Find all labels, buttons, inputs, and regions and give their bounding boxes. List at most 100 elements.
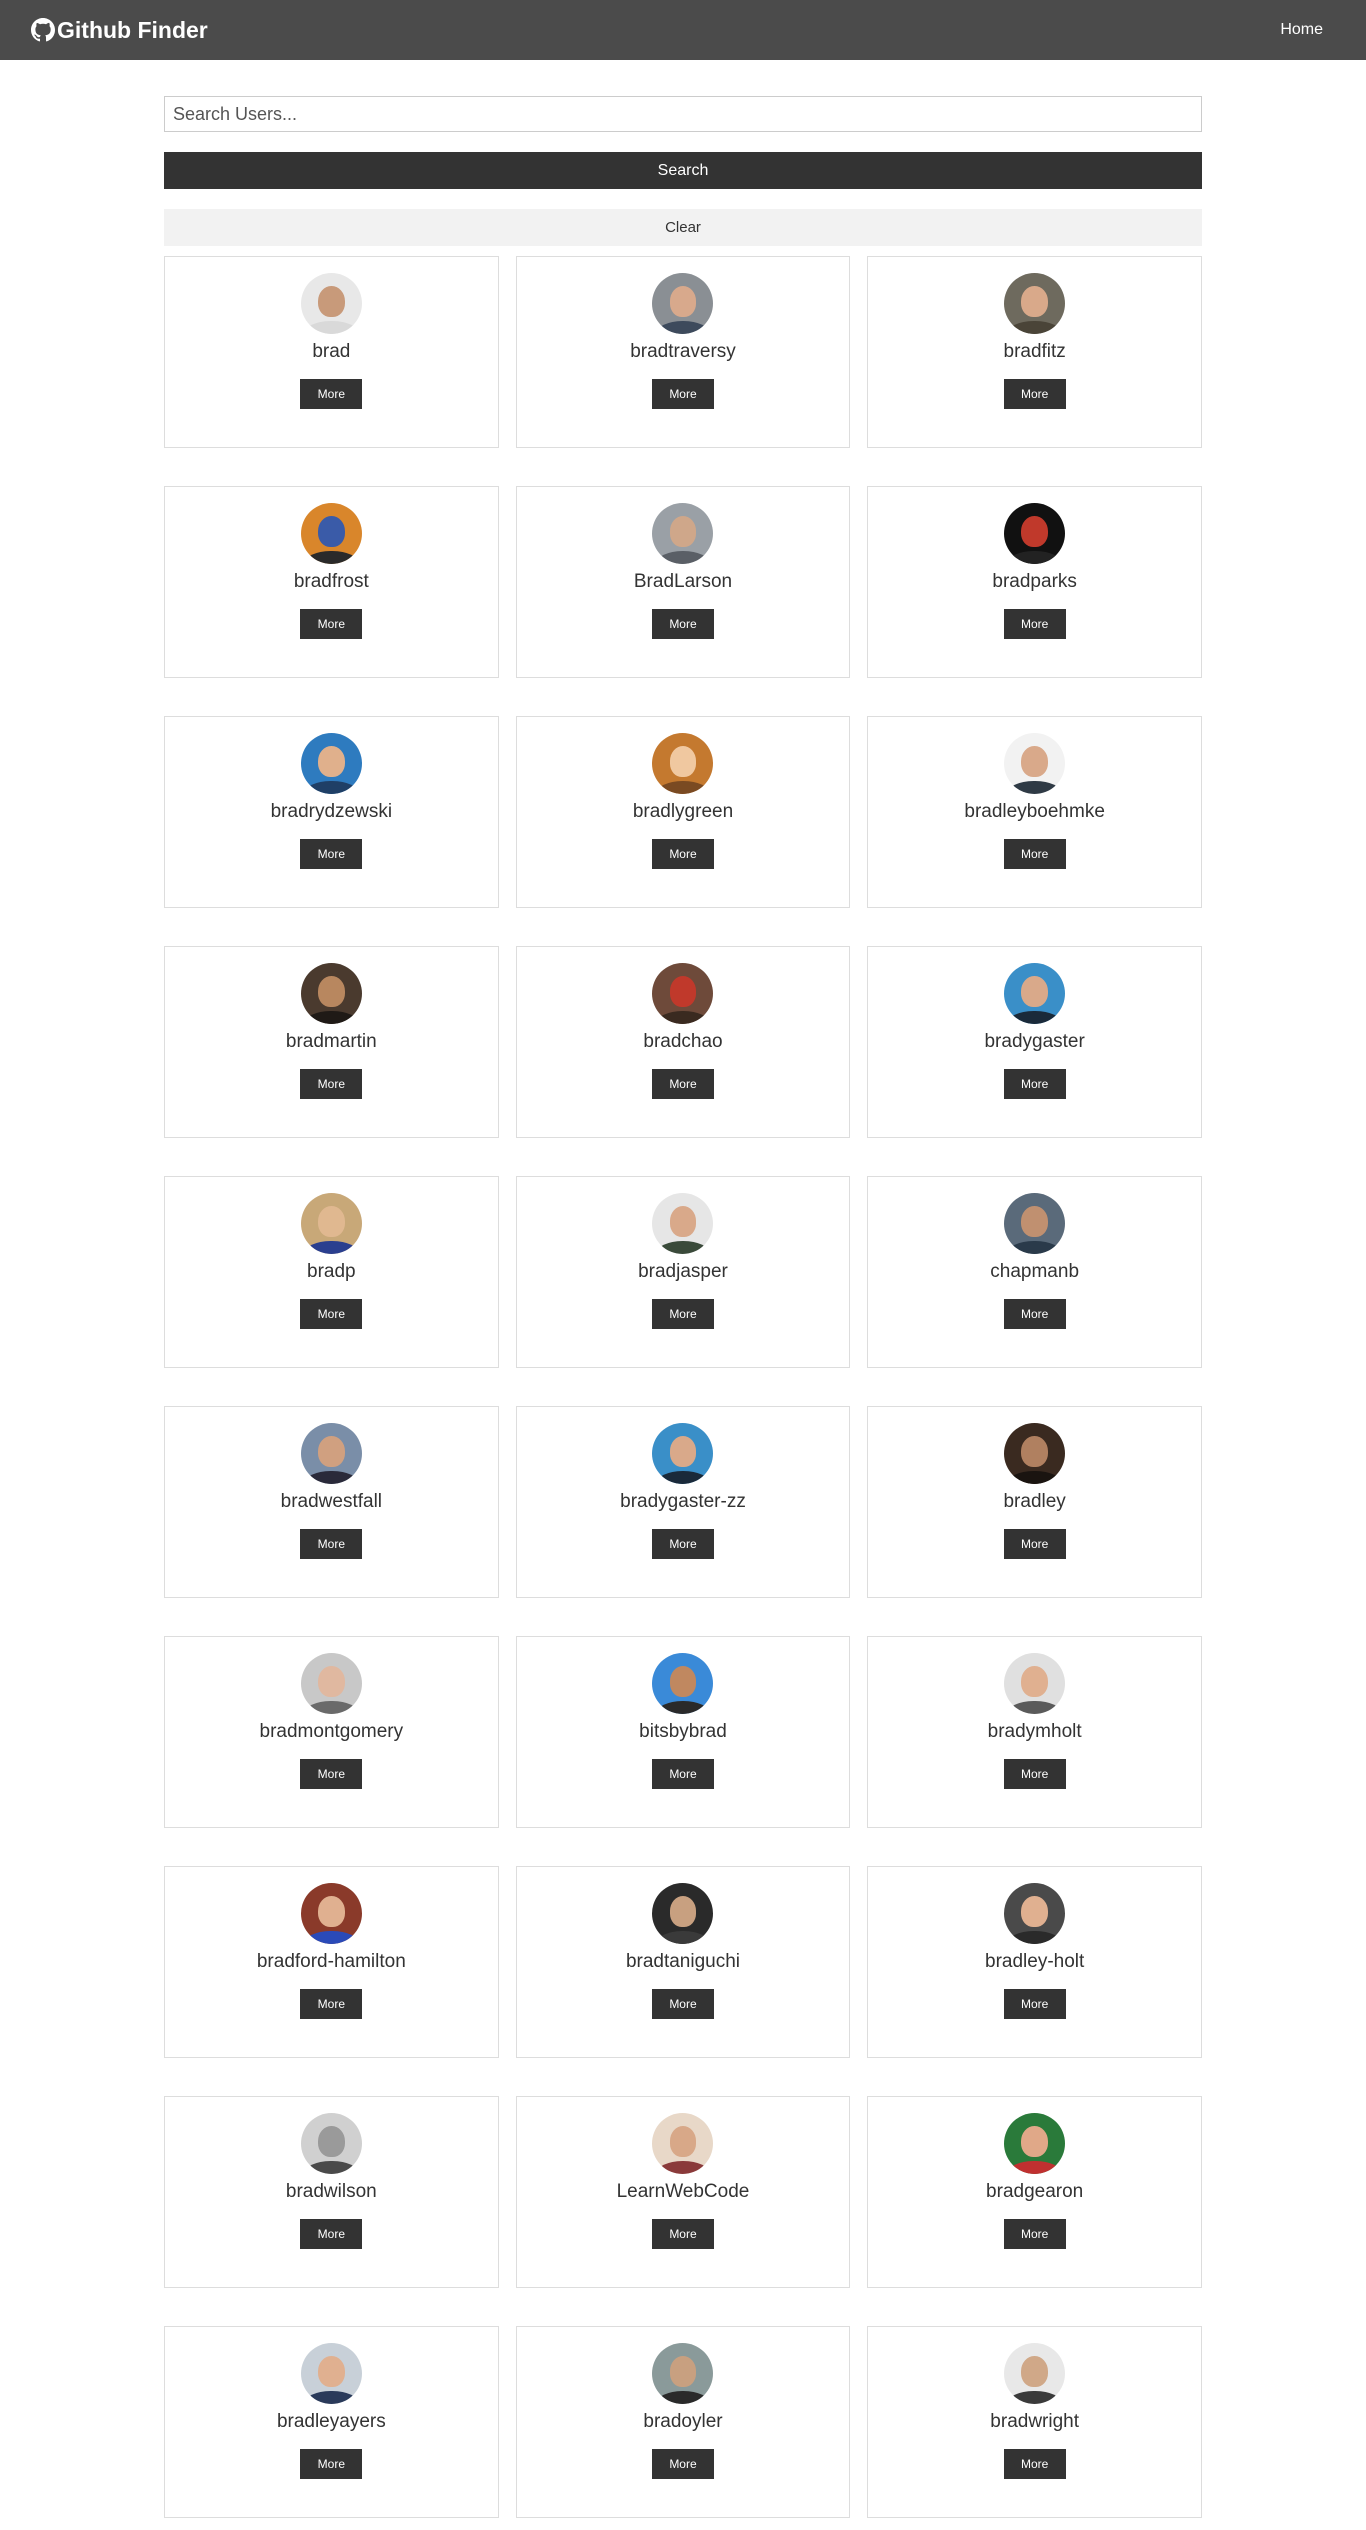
more-button[interactable]: More	[1003, 2219, 1066, 2249]
more-button[interactable]: More	[1003, 379, 1066, 409]
avatar-body	[655, 2160, 711, 2174]
more-button[interactable]: More	[651, 1529, 714, 1559]
more-button[interactable]: More	[1003, 1759, 1066, 1789]
more-button[interactable]: More	[1003, 1989, 1066, 2019]
nav-home-link[interactable]: Home	[1280, 21, 1323, 39]
avatar-body	[655, 1700, 711, 1714]
more-button[interactable]: More	[1003, 839, 1066, 869]
avatar-body	[303, 780, 359, 794]
avatar-body	[303, 1470, 359, 1484]
avatar-face	[1021, 976, 1049, 1007]
brand[interactable]: Github Finder	[31, 17, 208, 44]
app-title: Github Finder	[57, 16, 208, 43]
username: bradmartin	[285, 1031, 377, 1052]
avatar-body	[303, 2160, 359, 2174]
username: bradley	[1003, 1491, 1066, 1512]
more-button[interactable]: More	[651, 839, 714, 869]
search-button[interactable]: Search	[164, 152, 1202, 189]
more-button[interactable]: More	[1003, 2449, 1066, 2479]
more-button[interactable]: More	[651, 1989, 714, 2019]
avatar-face	[669, 1436, 697, 1467]
navbar: Github Finder Home	[0, 0, 1366, 60]
user-grid: brad More bradtraversy More bradfitz Mor…	[164, 256, 1202, 2518]
avatar-body	[655, 780, 711, 794]
more-button[interactable]: More	[300, 1759, 363, 1789]
username: bradford-hamilton	[256, 1951, 406, 1972]
avatar	[1004, 2113, 1066, 2174]
username: bradtaniguchi	[625, 1951, 741, 1972]
username: bradoyler	[643, 2411, 723, 2432]
avatar	[300, 273, 362, 334]
avatar-body	[655, 1470, 711, 1484]
avatar-body	[655, 1930, 711, 1944]
user-card: bradleyayers More	[164, 2326, 499, 2518]
avatar-face	[1021, 1436, 1049, 1467]
username: bradleyayers	[276, 2411, 386, 2432]
avatar-body	[655, 1240, 711, 1254]
username: bradfitz	[1003, 341, 1066, 362]
avatar-face	[1021, 1206, 1049, 1237]
username: bradfrost	[293, 571, 369, 592]
avatar-face	[1021, 746, 1049, 777]
user-card: bitsbybrad More	[515, 1636, 851, 1828]
username: bradparks	[992, 571, 1077, 592]
avatar-face	[1021, 1666, 1049, 1697]
avatar-body	[1007, 2160, 1063, 2174]
avatar	[1004, 733, 1066, 794]
username: bradley-holt	[985, 1951, 1085, 1972]
avatar-face	[669, 746, 697, 777]
avatar	[1004, 963, 1066, 1024]
user-card: brad More	[164, 256, 499, 448]
more-button[interactable]: More	[300, 609, 363, 639]
avatar	[300, 2113, 362, 2174]
avatar-face	[669, 2356, 697, 2387]
more-button[interactable]: More	[300, 1299, 363, 1329]
avatar	[652, 2343, 714, 2404]
more-button[interactable]: More	[651, 609, 714, 639]
avatar	[652, 1423, 714, 1484]
more-button[interactable]: More	[1003, 609, 1066, 639]
more-button[interactable]: More	[300, 1989, 363, 2019]
more-button[interactable]: More	[300, 379, 363, 409]
more-button[interactable]: More	[651, 1759, 714, 1789]
avatar-body	[1007, 780, 1063, 794]
avatar-face	[669, 286, 697, 317]
avatar	[1004, 2343, 1066, 2404]
more-button[interactable]: More	[1003, 1069, 1066, 1099]
user-card: bradgearon More	[867, 2096, 1202, 2288]
avatar-face	[1021, 2356, 1049, 2387]
user-card: bradfitz More	[867, 256, 1202, 448]
username: bradwilson	[285, 2181, 377, 2202]
more-button[interactable]: More	[651, 2449, 714, 2479]
more-button[interactable]: More	[300, 839, 363, 869]
clear-button[interactable]: Clear	[164, 209, 1202, 246]
more-button[interactable]: More	[651, 1069, 714, 1099]
avatar	[652, 273, 714, 334]
more-button[interactable]: More	[651, 1299, 714, 1329]
avatar	[300, 1883, 362, 1944]
avatar-face	[669, 516, 697, 547]
username: bradtraversy	[630, 341, 736, 362]
avatar-body	[1007, 1700, 1063, 1714]
avatar	[652, 2113, 714, 2174]
username: bradygaster-zz	[620, 1491, 746, 1512]
more-button[interactable]: More	[1003, 1299, 1066, 1329]
more-button[interactable]: More	[651, 2219, 714, 2249]
user-card: bradrydzewski More	[164, 716, 499, 908]
username: bradrydzewski	[270, 801, 393, 822]
avatar	[652, 1193, 714, 1254]
more-button[interactable]: More	[651, 379, 714, 409]
search-input[interactable]	[164, 96, 1202, 132]
avatar-face	[669, 2126, 697, 2157]
avatar-face	[1021, 286, 1049, 317]
more-button[interactable]: More	[1003, 1529, 1066, 1559]
username: bradchao	[643, 1031, 723, 1052]
more-button[interactable]: More	[300, 2219, 363, 2249]
more-button[interactable]: More	[300, 2449, 363, 2479]
more-button[interactable]: More	[300, 1529, 363, 1559]
user-card: bradjasper More	[515, 1176, 851, 1368]
more-button[interactable]: More	[300, 1069, 363, 1099]
user-card: bradygaster-zz More	[515, 1406, 851, 1598]
username: bradwright	[990, 2411, 1080, 2432]
user-card: bradparks More	[867, 486, 1202, 678]
